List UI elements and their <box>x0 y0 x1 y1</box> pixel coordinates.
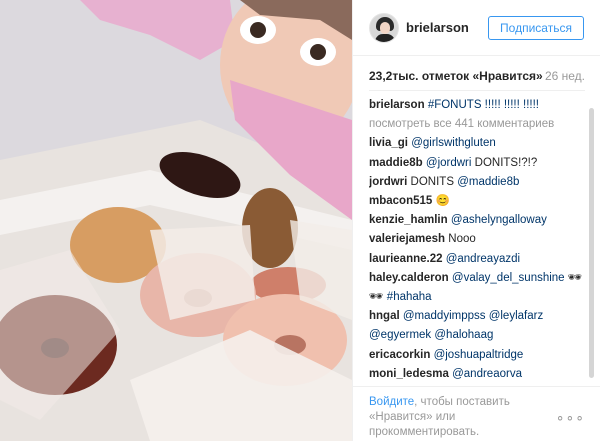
comment-mention[interactable]: #hahaha <box>387 291 432 303</box>
comment-item: maddie8b @jordwri DONITS!?!? <box>369 154 585 173</box>
comment-mention[interactable]: @joshuapaltridge <box>434 349 524 361</box>
post-username[interactable]: brielarson <box>406 20 469 35</box>
donut-photo-illustration <box>0 0 352 441</box>
comments-scrollbar[interactable] <box>589 108 594 378</box>
comment-item: ericacorkin @joshuapaltridge <box>369 346 585 365</box>
follow-button[interactable]: Подписаться <box>488 16 584 40</box>
comment-item: jordwri DONITS @maddie8b <box>369 173 585 192</box>
comment-user[interactable]: haley.calderon <box>369 272 449 284</box>
comment-mention[interactable]: @leylafarz <box>489 310 544 322</box>
avatar-body <box>375 34 395 42</box>
comment-container: livia_gi @girlswithgluten maddie8b @jordw… <box>369 134 585 386</box>
comment-user[interactable]: moni_ledesma <box>369 368 449 380</box>
comment-mention[interactable]: @andreayazdi <box>446 253 520 265</box>
comment-text: @girlswithgluten <box>411 137 496 149</box>
login-prompt: Войдите, чтобы поставить «Нравится» или … <box>369 395 559 440</box>
post-header: brielarson Подписаться <box>353 0 600 56</box>
comment-text: @andreaorva <box>452 368 522 380</box>
comment-mention[interactable]: @egyermek <box>369 329 431 341</box>
comment-user[interactable]: valeriejamesh <box>369 233 445 245</box>
comment-item: hngal @maddyimppss @leylafarz @egyermek … <box>369 307 585 345</box>
comment-mention[interactable]: @halohaag <box>434 329 493 341</box>
post-details-panel: brielarson Подписаться 23,2тыс. отметок … <box>352 0 600 441</box>
comment-mention[interactable]: @girlswithgluten <box>411 137 496 149</box>
comment-item: moni_ledesma @andreaorva <box>369 365 585 384</box>
post-stats: 23,2тыс. отметок «Нравится» 26 нед. <box>369 66 585 86</box>
comment-user[interactable]: hngal <box>369 310 400 322</box>
comment-user[interactable]: laurieanne.22 <box>369 253 443 265</box>
caption: brielarson #FONUTS !!!!! !!!!! !!!!! <box>369 96 585 115</box>
caption-user[interactable]: brielarson <box>369 99 425 111</box>
comment-item: kenzie_hamlin @ashelyngalloway <box>369 211 585 230</box>
caption-text[interactable]: #FONUTS !!!!! !!!!! !!!!! <box>428 99 539 111</box>
comment-user[interactable]: livia_gi <box>369 137 408 149</box>
post-age[interactable]: 26 нед. <box>545 69 585 83</box>
comment-item: mbacon515 😊 <box>369 192 585 211</box>
comment-user[interactable]: maddie8b <box>369 157 423 169</box>
comment-text: @andreayazdi <box>446 253 520 265</box>
more-dots-icon[interactable]: ∘∘∘ <box>556 409 585 426</box>
comment-mention[interactable]: @ashelyngalloway <box>451 214 547 226</box>
avatar-face <box>380 22 390 34</box>
comment-item: laurieanne.22 @andreayazdi <box>369 250 585 269</box>
comment-user[interactable]: ericacorkin <box>369 349 430 361</box>
comment-text: @joshuapaltridge <box>434 349 524 361</box>
post-footer: Войдите, чтобы поставить «Нравится» или … <box>353 386 600 441</box>
post-photo[interactable] <box>0 0 352 441</box>
comment-item: valeriejamesh Nooo <box>369 230 585 249</box>
comment-item: haley.calderon @valay_del_sunshine 🕶 🕶 #… <box>369 269 585 307</box>
comment-mention[interactable]: @valay_del_sunshine <box>452 272 565 284</box>
comment-mention[interactable]: @andreaorva <box>452 368 522 380</box>
comment-user[interactable]: kenzie_hamlin <box>369 214 448 226</box>
comment-text: DONITS @maddie8b <box>410 175 520 188</box>
login-link[interactable]: Войдите <box>369 396 414 408</box>
comment-text: @ashelyngalloway <box>451 214 547 226</box>
comment-text: @jordwri DONITS!?!? <box>425 156 538 169</box>
view-all-comments-link[interactable]: посмотреть все 441 комментариев <box>369 115 585 134</box>
comment-text: 😊 <box>435 195 450 208</box>
comment-item: livia_gi @girlswithgluten <box>369 134 585 153</box>
comment-mention[interactable]: @maddie8b <box>457 176 519 188</box>
comment-text: Nooo <box>448 233 476 246</box>
comments-list: brielarson #FONUTS !!!!! !!!!! !!!!! пос… <box>369 96 585 386</box>
comment-user[interactable]: mbacon515 <box>369 195 432 207</box>
avatar[interactable] <box>369 13 399 43</box>
likes-count[interactable]: 23,2тыс. отметок «Нравится» <box>369 69 543 83</box>
comment-mention[interactable]: @maddyimppss <box>403 310 486 322</box>
comment-user[interactable]: jordwri <box>369 176 407 188</box>
stats-divider <box>369 90 585 91</box>
comment-mention[interactable]: @jordwri <box>426 157 472 169</box>
